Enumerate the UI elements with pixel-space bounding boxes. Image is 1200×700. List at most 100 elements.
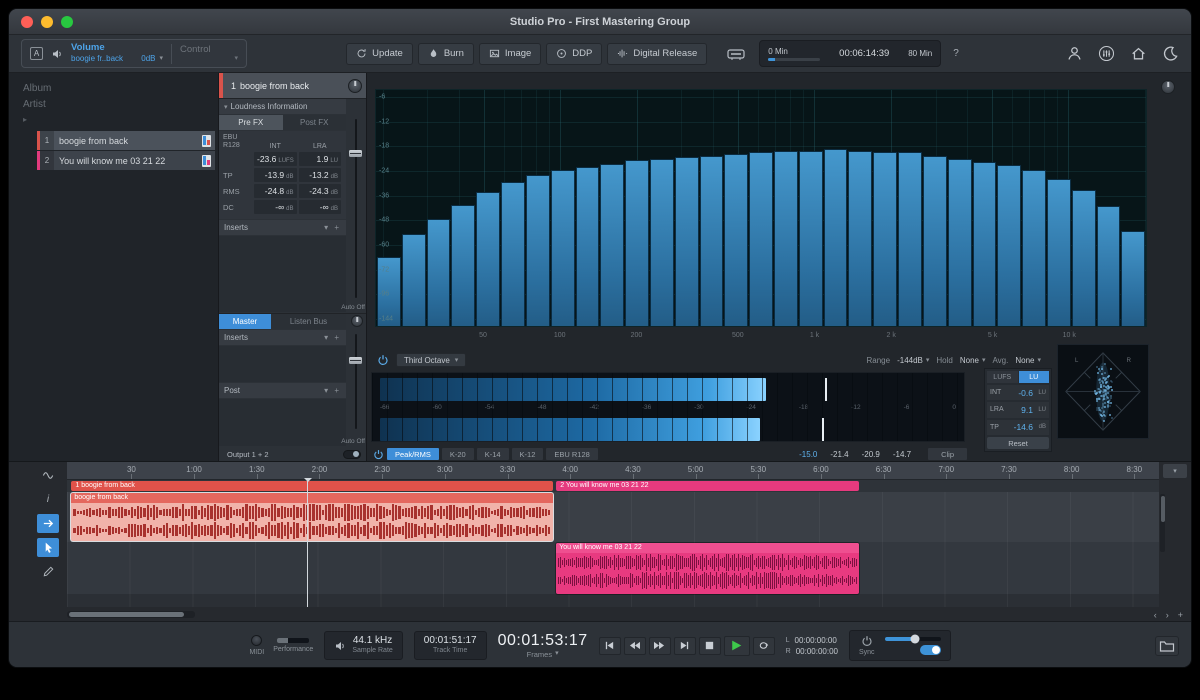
power-icon[interactable] — [861, 635, 873, 647]
volume-value[interactable]: 0dB — [141, 54, 155, 63]
tab-lu[interactable]: LU — [1019, 371, 1050, 383]
toolbar-action-digital-release[interactable]: Digital Release — [607, 43, 707, 65]
time-format-label[interactable]: Frames — [527, 650, 552, 659]
tab-listen-bus[interactable]: Listen Bus — [271, 314, 346, 329]
mixer-icon[interactable] — [1098, 45, 1115, 62]
sidebar-track-row[interactable]: 1boogie from back — [37, 131, 215, 150]
meter-mode-tab[interactable]: EBU R128 — [546, 448, 597, 460]
tab-master[interactable]: Master — [219, 314, 271, 329]
user-profile-icon[interactable] — [1066, 45, 1083, 62]
avg-dropdown[interactable]: None▾ — [1015, 356, 1041, 365]
previous-marker-button[interactable] — [599, 637, 621, 655]
range-dropdown[interactable]: -144dB▾ — [897, 356, 929, 365]
loop-right-value[interactable]: 00:00:00:00 — [796, 647, 838, 656]
add-insert-button[interactable]: ▾ + — [324, 223, 341, 232]
next-marker-button[interactable] — [674, 637, 696, 655]
play-button[interactable] — [724, 636, 750, 656]
help-button[interactable]: ? — [953, 48, 959, 59]
zoom-out-icon[interactable]: ‹ — [1154, 610, 1157, 620]
sample-rate-label: Sample Rate — [352, 647, 392, 656]
fast-forward-button[interactable] — [649, 637, 671, 655]
inspector-track-header[interactable]: 1 boogie from back — [219, 73, 366, 99]
zoom-plus-icon[interactable]: + — [1178, 610, 1183, 620]
track-lanes[interactable]: boogie from backYou will know me 03 21 2… — [67, 492, 1159, 607]
audio-event[interactable]: boogie from back — [71, 493, 553, 541]
spectrum-bar — [923, 156, 947, 326]
spectrum-bar — [724, 154, 748, 326]
power-icon[interactable] — [377, 354, 389, 366]
spectrum-bar — [799, 151, 823, 326]
arrow-tool-icon[interactable] — [37, 538, 59, 557]
sync-slider[interactable] — [885, 637, 941, 641]
master-fader[interactable] — [348, 332, 364, 431]
folder-icon[interactable] — [1155, 636, 1179, 656]
automation-mode-label[interactable]: Auto Off — [323, 304, 365, 311]
automation-mode-label[interactable]: Auto Off — [323, 438, 365, 445]
meter-mode-tab[interactable]: Peak/RMS — [387, 448, 439, 460]
spectrum-mode-dropdown[interactable]: Third Octave ▾ — [396, 353, 466, 367]
power-icon[interactable] — [373, 449, 384, 460]
disc-burner-icon[interactable] — [721, 42, 751, 66]
meter-mode-tab[interactable]: K-14 — [477, 448, 509, 460]
spectrum-plot[interactable]: -6-12-18-24-36-48-60-72-96-144 — [375, 89, 1147, 327]
scroll-waveform-icon[interactable] — [37, 466, 59, 485]
home-icon[interactable] — [1130, 45, 1147, 62]
scrollbar-thumb[interactable] — [69, 612, 184, 617]
rewind-button[interactable] — [624, 637, 646, 655]
automation-badge[interactable]: A — [30, 47, 43, 60]
output-toggle[interactable] — [343, 450, 361, 459]
zoom-button[interactable] — [61, 16, 73, 28]
close-button[interactable] — [21, 16, 33, 28]
clip-button[interactable]: Clip — [928, 448, 967, 460]
master-inserts-empty[interactable] — [219, 346, 346, 382]
pencil-tool-icon[interactable] — [37, 562, 59, 581]
fader-handle[interactable] — [349, 150, 362, 157]
tab-pre-fx[interactable]: Pre FX — [219, 115, 283, 130]
reset-button[interactable]: Reset — [987, 437, 1049, 449]
time-ruler[interactable]: 301:001:302:002:303:003:304:004:305:005:… — [67, 462, 1159, 480]
master-pan-knob-icon[interactable] — [351, 315, 363, 327]
horizontal-scrollbar[interactable] — [67, 611, 195, 618]
vertical-scrollbar[interactable] — [1160, 494, 1165, 552]
pan-knob-icon[interactable] — [348, 79, 362, 93]
audio-event[interactable]: You will know me 03 21 22 — [556, 543, 858, 594]
master-inserts-header[interactable]: Inserts ▾ + — [219, 330, 346, 345]
toolbar-action-update[interactable]: Update — [346, 43, 413, 65]
spectrum-knob-icon[interactable] — [1161, 80, 1175, 94]
toolbar-action-image[interactable]: Image — [479, 43, 541, 65]
tab-lufs[interactable]: LUFS — [987, 371, 1018, 383]
autoscroll-arrow-icon[interactable] — [37, 514, 59, 533]
zoom-in-icon[interactable]: › — [1166, 610, 1169, 620]
automation-parameter[interactable]: Volume boogie fr..back 0dB ▾ — [71, 43, 163, 63]
info-icon[interactable]: i — [37, 490, 59, 509]
slider-knob[interactable] — [911, 634, 920, 643]
loudness-section-header[interactable]: ▾ Loudness Information — [219, 99, 346, 114]
inserts-empty-area[interactable] — [219, 236, 346, 312]
track-range-marker[interactable]: 1 boogie from back — [71, 481, 553, 491]
post-section-header[interactable]: Post ▾ + — [219, 383, 346, 398]
control-dropdown[interactable]: Control ▾ — [180, 44, 238, 64]
loop-button[interactable] — [753, 637, 775, 655]
dark-mode-moon-icon[interactable] — [1162, 45, 1179, 62]
playhead[interactable] — [307, 478, 308, 607]
track-range-marker[interactable]: 2 You will know me 03 21 22 — [556, 481, 858, 491]
meter-mode-tab[interactable]: K-20 — [442, 448, 474, 460]
hold-dropdown[interactable]: None▾ — [960, 356, 986, 365]
stop-button[interactable] — [699, 637, 721, 655]
inserts-section-header[interactable]: Inserts ▾ + — [219, 220, 346, 235]
sidebar-track-row[interactable]: 2You will know me 03 21 22 — [37, 151, 215, 170]
disclosure-triangle-icon[interactable]: ▸ — [23, 115, 218, 124]
loop-left-value[interactable]: 00:00:00:00 — [795, 636, 837, 645]
toolbar-action-ddp[interactable]: DDP — [546, 43, 602, 65]
fader-handle[interactable] — [349, 357, 362, 364]
toolbar-action-burn[interactable]: Burn — [418, 43, 474, 65]
add-insert-button[interactable]: ▾ + — [324, 333, 341, 342]
channel-fader[interactable] — [348, 117, 364, 300]
minimize-button[interactable] — [41, 16, 53, 28]
ruler-menu-button[interactable]: ▾ — [1163, 464, 1187, 478]
meter-mode-tab[interactable]: K-12 — [512, 448, 544, 460]
sync-toggle[interactable] — [920, 645, 941, 655]
tab-post-fx[interactable]: Post FX — [283, 115, 347, 130]
main-time-display[interactable]: 00:01:53:17 Frames▾ — [498, 632, 588, 659]
add-post-button[interactable]: ▾ + — [324, 386, 341, 395]
